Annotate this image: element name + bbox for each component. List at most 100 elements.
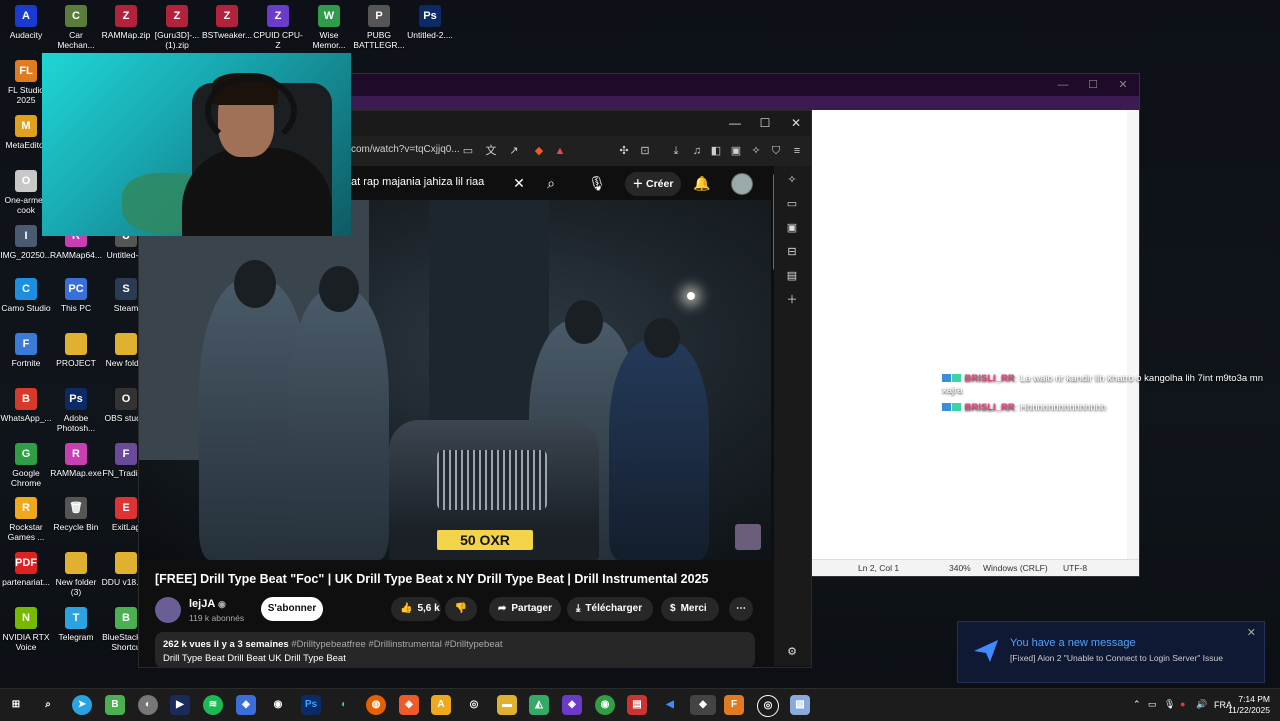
vpn-icon[interactable]: ⛉ — [768, 143, 784, 159]
media-player-icon[interactable]: ▶ — [170, 695, 190, 715]
channel-avatar[interactable] — [155, 597, 181, 623]
extensions-icon[interactable]: ✣ — [616, 143, 632, 159]
cast-icon[interactable]: ▭ — [460, 143, 476, 159]
thanks-button[interactable]: $ Merci — [661, 597, 719, 621]
minimize-button[interactable]: — — [1053, 77, 1073, 93]
notifications-bell-icon[interactable]: 🔔 — [692, 174, 712, 192]
microphone-icon[interactable]: 🎙 — [1164, 699, 1175, 710]
desktop-icon[interactable]: PC This PC — [50, 278, 102, 313]
address-bar[interactable]: com/watch?v=tqCxjjq0... — [351, 144, 460, 155]
share-icon[interactable]: ↗ — [506, 143, 522, 159]
chrome-icon[interactable]: ◉ — [595, 695, 615, 715]
more-options-button[interactable]: ⋯ — [729, 597, 753, 621]
desktop-icon[interactable]: Z RAMMap.zip — [100, 5, 152, 40]
reading-list-icon[interactable]: ▤ — [784, 268, 800, 284]
firefox-icon[interactable]: ◍ — [366, 695, 386, 715]
app-icon[interactable]: ◈ — [236, 695, 256, 715]
search-icon[interactable]: ⌕ — [541, 174, 561, 192]
desktop-icon[interactable]: C Car Mechan... — [50, 5, 102, 50]
desktop-icon[interactable]: Ps Untitled-2.... — [404, 5, 456, 40]
app-icon[interactable]: ◭ — [529, 695, 549, 715]
record-icon[interactable]: ● — [1180, 699, 1185, 709]
fl-studio-icon[interactable]: F — [724, 695, 744, 715]
desktop-icon[interactable]: 🗑 Recycle Bin — [50, 497, 102, 532]
desktop-icon[interactable]: C Camo Studio — [0, 278, 52, 313]
brave-icon[interactable]: ◆ — [399, 695, 419, 715]
desktop-icon[interactable]: PROJECT — [50, 333, 102, 368]
desktop-icon[interactable]: N NVIDIA RTX Voice — [0, 607, 52, 652]
download-icon[interactable]: ⤓ — [668, 143, 684, 159]
app-icon[interactable]: ◎ — [464, 695, 484, 715]
desktop-icon[interactable]: Ps Adobe Photosh... — [50, 388, 102, 433]
app-icon[interactable]: A — [431, 695, 451, 715]
maximize-button[interactable]: ☐ — [1083, 77, 1103, 93]
start-icon[interactable]: ⊞ — [6, 695, 26, 715]
video-player[interactable]: 50 OXR — [139, 200, 771, 560]
dislike-button[interactable]: 👎 — [445, 597, 477, 621]
brave-active-icon[interactable]: ◆ — [690, 695, 716, 715]
photoshop-icon[interactable]: Ps — [301, 695, 321, 715]
download-button[interactable]: ⤓ Télécharger — [567, 597, 653, 621]
subscribe-button[interactable]: S'abonner — [261, 597, 323, 621]
wallet-icon[interactable]: ▣ — [728, 143, 744, 159]
desktop-icon[interactable]: G Google Chrome — [0, 443, 52, 488]
app-icon[interactable]: ◐ — [138, 695, 158, 715]
desktop-icon[interactable]: PDF partenariat... — [0, 552, 52, 587]
add-sidebar-icon[interactable]: ＋ — [784, 292, 800, 308]
desktop-icon[interactable]: F Fortnite — [0, 333, 52, 368]
channel-watermark[interactable] — [735, 524, 761, 550]
desktop-icon[interactable]: R RAMMap.exe — [50, 443, 102, 478]
search-icon[interactable]: ⌕ — [38, 695, 58, 715]
wallet-sidebar-icon[interactable]: ▣ — [784, 220, 800, 236]
leo-ai-icon[interactable]: ✧ — [748, 143, 764, 159]
maximize-button[interactable]: ☐ — [753, 115, 777, 131]
chevron-up-icon[interactable]: ⌃ — [1133, 699, 1141, 710]
app-icon[interactable]: ◎ — [757, 695, 779, 717]
notepad-scrollbar[interactable] — [1127, 110, 1139, 560]
bookmarks-sidebar-icon[interactable]: ⊟ — [784, 244, 800, 260]
desktop-icon[interactable]: W Wise Memor... — [303, 5, 355, 50]
minimize-button[interactable]: — — [723, 115, 747, 131]
close-button[interactable]: ✕ — [1113, 77, 1133, 93]
video-description[interactable]: 262 k vues il y a 3 semaines #Drilltypeb… — [155, 632, 755, 668]
video-sidebar-icon[interactable]: ▭ — [784, 196, 800, 212]
user-avatar[interactable] — [731, 173, 753, 195]
volume-icon[interactable]: 🔊 — [1196, 699, 1207, 710]
desktop-icon[interactable]: R Rockstar Games ... — [0, 497, 52, 542]
share-button[interactable]: ➦ Partager — [489, 597, 561, 621]
app-icon[interactable]: ▤ — [627, 695, 647, 715]
obs-icon[interactable]: ◉ — [268, 695, 288, 715]
channel-name[interactable]: lejJA ◉ — [189, 598, 226, 610]
app-icon[interactable]: ◈ — [562, 695, 582, 715]
notepad-icon[interactable]: ▧ — [790, 695, 810, 715]
close-button[interactable]: ✕ — [784, 115, 808, 131]
clock[interactable]: 7:14 PM 11/22/2025 — [1228, 694, 1270, 716]
like-button[interactable]: 👍 5,6 k — [391, 597, 441, 621]
desktop-icon[interactable]: T Telegram — [50, 607, 102, 642]
menu-icon[interactable]: ≡ — [789, 143, 805, 159]
music-icon[interactable]: ♫ — [689, 143, 705, 159]
brave-rewards-icon[interactable]: ▲ — [552, 143, 568, 159]
desktop-icon[interactable]: Z CPUID CPU-Z — [252, 5, 304, 50]
telegram-icon[interactable]: ➤ — [72, 695, 92, 715]
desktop-icon[interactable]: Z BSTweaker... — [201, 5, 253, 40]
desktop-icon[interactable]: A Audacity — [0, 5, 52, 40]
create-button[interactable]: ＋ Créer — [625, 172, 681, 196]
network-icon[interactable]: ▭ — [1148, 699, 1157, 710]
tab-icon[interactable]: ⊡ — [637, 143, 653, 159]
clear-search-icon[interactable]: ✕ — [509, 174, 529, 192]
app-icon[interactable]: ◀ — [660, 695, 680, 715]
brave-shield-icon[interactable]: ◆ — [531, 143, 547, 159]
app-icon[interactable]: ◐ — [334, 695, 354, 715]
spotify-icon[interactable]: ≋ — [203, 695, 223, 715]
sidebar-icon[interactable]: ◧ — [708, 143, 724, 159]
bluestacks-icon[interactable]: B — [105, 695, 125, 715]
microphone-icon[interactable]: 🎙 — [587, 174, 607, 192]
desktop-icon[interactable]: Z [Guru3D]-...(1).zip — [151, 5, 203, 50]
desktop-icon[interactable]: New folder (3) — [50, 552, 102, 597]
settings-gear-icon[interactable]: ⚙ — [784, 644, 800, 660]
file-explorer-icon[interactable]: ▬ — [497, 695, 517, 715]
translate-icon[interactable]: 文 — [483, 143, 499, 159]
desktop-icon[interactable]: P PUBG BATTLEGR... — [353, 5, 405, 50]
hashtags[interactable]: #Drilltypebeatfree #Drillinstrumental #D… — [291, 639, 502, 650]
